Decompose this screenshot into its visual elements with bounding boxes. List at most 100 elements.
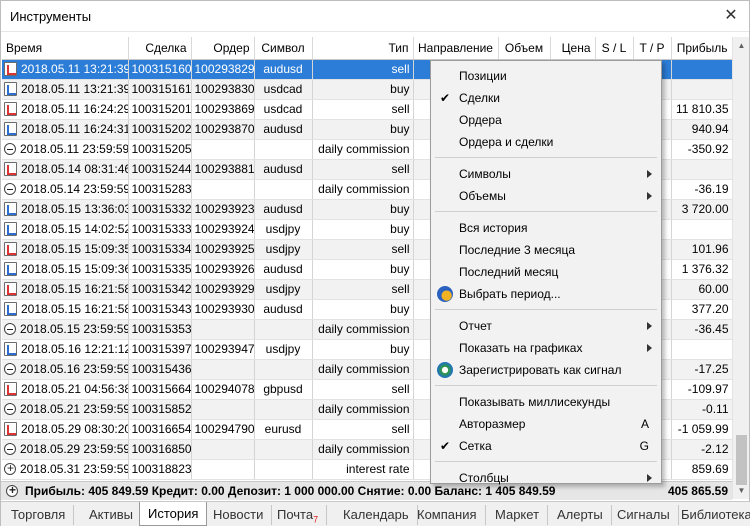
column-header-deal[interactable]: Сделка <box>128 37 192 60</box>
sell-deal-icon <box>4 382 17 396</box>
cell-time: 2018.05.14 08:31:46 <box>2 159 129 180</box>
time-value: 2018.05.15 15:09:35 <box>21 242 128 256</box>
tab-5[interactable]: Календарь <box>335 505 418 525</box>
menu-item[interactable]: Вся история <box>431 217 661 239</box>
cell-type: sell <box>312 239 414 260</box>
menu-item[interactable]: Ордера и сделки <box>431 131 661 153</box>
scrollbar-thumb[interactable] <box>736 435 747 485</box>
cell-deal: 100315161 <box>128 79 192 100</box>
time-value: 2018.05.15 13:36:03 <box>21 202 128 216</box>
tab-7[interactable]: Маркет <box>487 505 549 525</box>
submenu-arrow-icon <box>647 474 652 482</box>
column-header-direction[interactable]: Направление <box>413 37 499 60</box>
column-header-price[interactable]: Цена <box>550 37 596 60</box>
menu-item[interactable]: Последний месяц <box>431 261 661 283</box>
menu-item[interactable]: Столбцы <box>431 467 661 489</box>
column-header-tp[interactable]: T / P <box>633 37 672 60</box>
tab-label: Компания <box>417 507 477 522</box>
cell-type: buy <box>312 79 414 100</box>
cell-order: 100293923 <box>191 199 255 220</box>
cell-deal: 100318823 <box>128 459 192 480</box>
menu-item-label: Сделки <box>459 91 500 105</box>
menu-item[interactable]: Сделки ✔ <box>431 87 661 109</box>
close-icon[interactable]: ✕ <box>722 7 740 25</box>
sell-deal-icon <box>4 422 17 436</box>
tab-0[interactable]: Торговля <box>3 505 75 525</box>
menu-shortcut: A <box>640 417 649 431</box>
menu-item-label: Зарегистрировать как сигнал <box>459 363 622 377</box>
cell-symbol: usdcad <box>254 99 313 120</box>
menu-item[interactable]: Выбрать период... <box>431 283 661 305</box>
menu-item-label: Позиции <box>459 69 507 83</box>
cell-type: daily commission <box>312 439 414 460</box>
menu-item[interactable]: Последние 3 месяца <box>431 239 661 261</box>
menu-item-label: Последний месяц <box>459 265 559 279</box>
column-header-time[interactable]: Время <box>2 37 129 60</box>
menu-item[interactable]: Показать на графиках <box>431 337 661 359</box>
tab-6[interactable]: Компания <box>409 505 486 525</box>
cell-profit: -350.92 <box>671 139 732 160</box>
menu-item[interactable]: Отчет <box>431 315 661 337</box>
checkmark-icon: ✔ <box>440 439 451 453</box>
cell-type: sell <box>312 59 414 80</box>
cell-profit: -2.12 <box>671 439 732 460</box>
buy-deal-icon <box>4 342 17 356</box>
cell-type: sell <box>312 99 414 120</box>
tab-2[interactable]: История <box>139 502 208 526</box>
cell-profit: 859.69 <box>671 459 732 480</box>
tab-3[interactable]: Новости <box>205 505 273 525</box>
menu-item[interactable]: Зарегистрировать как сигнал <box>431 359 661 381</box>
submenu-arrow-icon <box>647 322 652 330</box>
vertical-scrollbar[interactable]: ▲ ▼ <box>732 37 749 499</box>
column-header-type[interactable]: Тип <box>312 37 414 60</box>
cell-type: sell <box>312 419 414 440</box>
sell-deal-icon <box>4 162 17 176</box>
menu-item[interactable]: Объемы <box>431 185 661 207</box>
tab-label: Алерты <box>557 507 603 522</box>
tab-9[interactable]: Сигналы <box>609 505 679 525</box>
cell-profit: 60.00 <box>671 279 732 300</box>
scroll-up-icon[interactable]: ▲ <box>733 37 750 54</box>
column-header-order[interactable]: Ордер <box>191 37 255 60</box>
cell-order: 100293869 <box>191 99 255 120</box>
menu-item[interactable]: Сетка ✔ G <box>431 435 661 457</box>
minus-circle-icon <box>4 323 16 335</box>
cell-time: 2018.05.15 15:09:35 <box>2 239 129 260</box>
menu-item[interactable]: Показывать миллисекунды <box>431 391 661 413</box>
time-value: 2018.05.29 08:30:20 <box>21 422 128 436</box>
plus-circle-icon <box>6 483 18 497</box>
cell-type: buy <box>312 119 414 140</box>
menu-item[interactable]: Позиции <box>431 65 661 87</box>
cell-symbol: audusd <box>254 299 313 320</box>
menu-item[interactable]: Символы <box>431 163 661 185</box>
time-value: 2018.05.11 13:21:39 <box>21 82 128 96</box>
column-header-symbol[interactable]: Символ <box>254 37 313 60</box>
cell-symbol <box>254 179 313 200</box>
cell-profit <box>671 159 732 180</box>
menu-item-label: Показать на графиках <box>459 341 583 355</box>
cell-order: 100294790 <box>191 419 255 440</box>
cell-order <box>191 439 255 460</box>
menu-item[interactable]: Ордера <box>431 109 661 131</box>
column-header-volume[interactable]: Объем <box>498 37 551 60</box>
column-header-sl[interactable]: S / L <box>595 37 634 60</box>
tab-label: Торговля <box>11 507 66 522</box>
column-header-profit[interactable]: Прибыль <box>671 37 732 60</box>
tab-8[interactable]: Алерты <box>549 505 612 525</box>
cell-type: daily commission <box>312 399 414 420</box>
menu-shortcut: G <box>639 439 649 453</box>
scroll-down-icon[interactable]: ▼ <box>733 482 750 499</box>
menu-item-label: Сетка <box>459 439 492 453</box>
cell-type: buy <box>312 219 414 240</box>
menu-item-label: Выбрать период... <box>459 287 561 301</box>
menu-item[interactable]: Авторазмер A <box>431 413 661 435</box>
calendar-gear-icon <box>437 286 453 302</box>
tab-10[interactable]: Библиотека <box>673 505 750 525</box>
cell-time: 2018.05.11 16:24:31 <box>2 119 129 140</box>
time-value: 2018.05.21 23:59:59 <box>20 402 128 416</box>
window-title: Инструменты <box>10 9 92 24</box>
tab-1[interactable]: Активы <box>81 505 142 525</box>
cell-profit: 377.20 <box>671 299 732 320</box>
checkmark-icon: ✔ <box>440 91 451 105</box>
tab-4[interactable]: Почта7 <box>269 505 328 525</box>
